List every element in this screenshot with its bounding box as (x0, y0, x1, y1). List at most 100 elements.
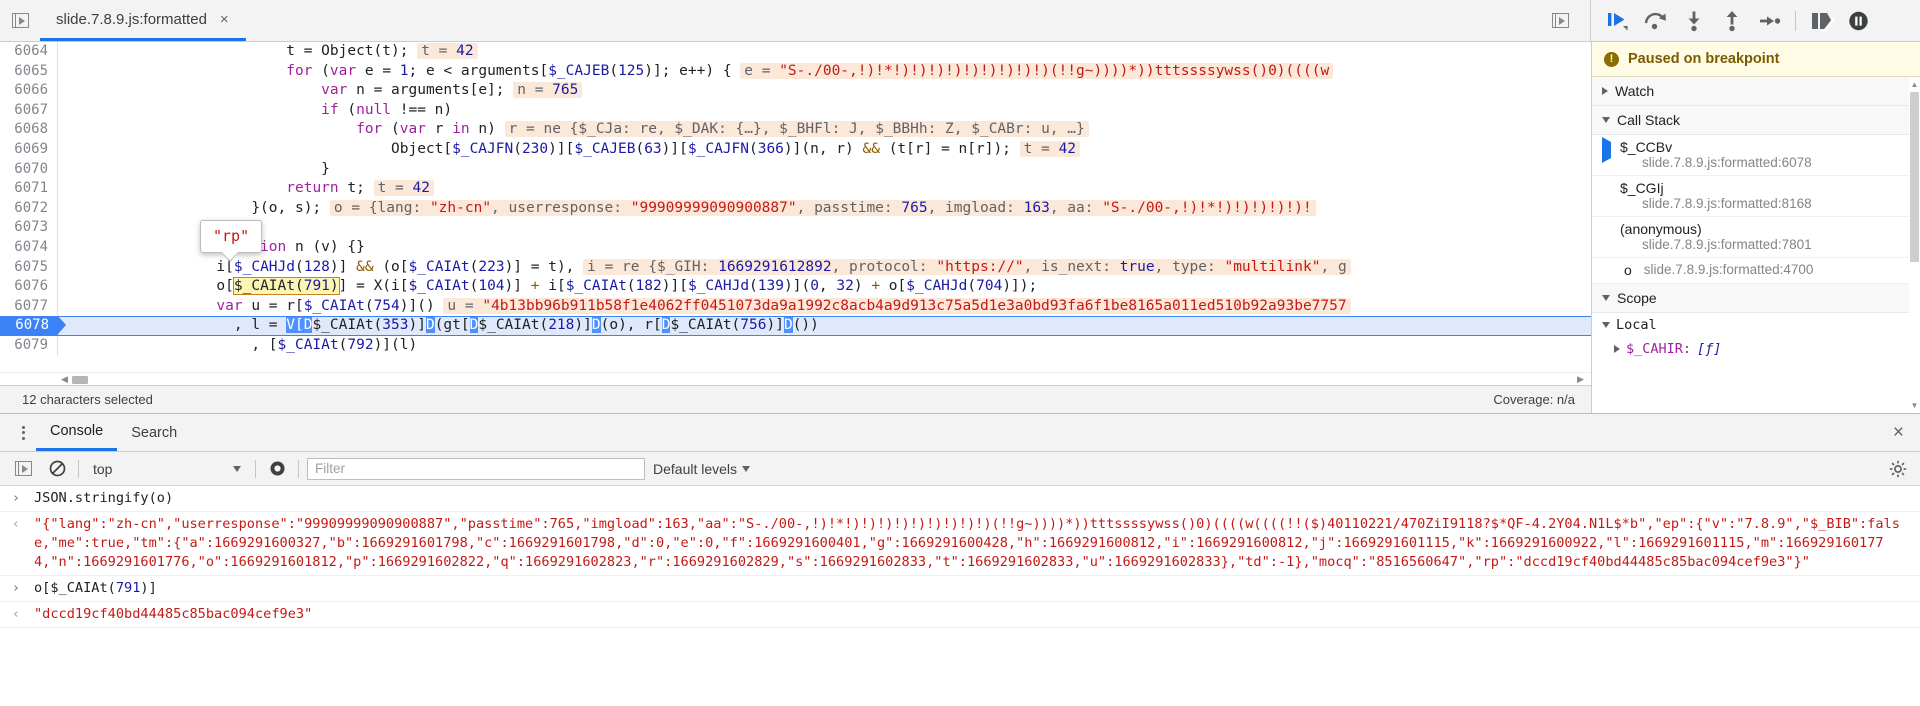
code-line-executing[interactable]: 6078 , l = V[D$_CAIAt(353)]D(gt[D$_CAIAt… (0, 316, 1591, 336)
code-line-text[interactable]: , [$_CAIAt(792)](l) (58, 336, 1591, 356)
line-number[interactable]: 6067 (0, 100, 58, 121)
execution-context-selector[interactable]: top (87, 461, 247, 477)
call-stack-item[interactable]: o slide.7.8.9.js:formatted:4700 (1592, 258, 1920, 284)
code-line-text[interactable]: return t; t = 42 (58, 179, 1591, 199)
sidebar-section-call-stack[interactable]: Call Stack (1592, 106, 1920, 135)
line-number[interactable]: 6065 (0, 61, 58, 82)
tab-console[interactable]: Console (36, 414, 118, 451)
line-number[interactable]: 6077 (0, 296, 58, 317)
console-input-row[interactable]: › JSON.stringify(o) (0, 486, 1920, 512)
deactivate-breakpoints-button[interactable] (1802, 2, 1840, 40)
scroll-right-icon[interactable]: ▶ (1576, 375, 1585, 384)
close-icon[interactable]: × (217, 10, 232, 29)
close-drawer-icon[interactable]: × (1893, 422, 1920, 444)
step-out-of-current-function-button[interactable] (1713, 2, 1751, 40)
code-line-text[interactable]: } (58, 160, 1591, 180)
console-output[interactable]: › JSON.stringify(o) ‹ "{"lang":"zh-cn","use… (0, 486, 1920, 706)
code-line[interactable]: 6077 var u = r[$_CAIAt(754)]() u = "4b13… (0, 296, 1591, 317)
tab-search[interactable]: Search (117, 414, 191, 451)
call-stack-item[interactable]: (anonymous) slide.7.8.9.js:formatted:7801 (1592, 217, 1920, 258)
code-line-text[interactable]: } (58, 218, 1591, 238)
tab-search-label: Search (131, 424, 178, 441)
editor-horizontal-scrollbar[interactable]: ◀ ▶ (0, 372, 1591, 385)
scroll-up-icon[interactable]: ▲ (1910, 80, 1919, 90)
line-number[interactable]: 6071 (0, 179, 58, 199)
code-line[interactable]: 6067 if (null !== n) (0, 100, 1591, 121)
code-line-text[interactable]: o[$_CAIAt(791)] = X(i[$_CAIAt(104)] + i[… (58, 277, 1591, 297)
call-stack-item[interactable]: $_CCBv slide.7.8.9.js:formatted:6078 (1592, 135, 1920, 176)
sidebar-scroll-thumb[interactable] (1910, 92, 1919, 262)
code-line[interactable]: 6076 o[$_CAIAt(791)] = X(i[$_CAIAt(104)]… (0, 277, 1591, 297)
sidebar-section-scope[interactable]: Scope (1592, 284, 1920, 313)
call-stack-location[interactable]: slide.7.8.9.js:formatted:7801 (1620, 237, 1812, 252)
editor-status-bar: 12 characters selected Coverage: n/a (0, 385, 1591, 413)
scroll-thumb[interactable] (72, 376, 88, 384)
step-into-next-function-call-button[interactable] (1675, 2, 1713, 40)
call-stack-location[interactable]: slide.7.8.9.js:formatted:6078 (1620, 155, 1812, 170)
code-line[interactable]: 6069 Object[$_CAJFN(230)][$_CAJEB(63)][$… (0, 139, 1591, 160)
line-number[interactable]: 6066 (0, 81, 58, 101)
code-line[interactable]: 6066 var n = arguments[e]; n = 765 (0, 81, 1591, 101)
call-stack-location[interactable]: slide.7.8.9.js:formatted:8168 (1620, 196, 1812, 211)
code-line[interactable]: 6064 t = Object(t); t = 42 (0, 42, 1591, 62)
code-line-text[interactable]: var u = r[$_CAIAt(754)]() u = "4b13bb96b… (58, 297, 1591, 317)
line-number[interactable]: 6075 (0, 257, 58, 278)
code-line-text[interactable]: }(o, s); o = {lang: "zh-cn", userrespons… (58, 199, 1591, 219)
console-settings-icon[interactable] (1884, 460, 1912, 478)
code-line-text[interactable]: Object[$_CAJFN(230)][$_CAJEB(63)][$_CAJF… (58, 140, 1591, 160)
sidebar-vertical-scrollbar[interactable]: ▲ ▼ (1909, 78, 1920, 413)
editor-tab-slide-js[interactable]: slide.7.8.9.js:formatted × (40, 0, 246, 41)
line-number[interactable]: 6068 (0, 120, 58, 140)
code-line-text[interactable]: t = Object(t); t = 42 (58, 42, 1591, 62)
console-log-levels-selector[interactable]: Default levels (653, 460, 751, 477)
scroll-down-icon[interactable]: ▼ (1910, 401, 1919, 411)
code-line-text[interactable]: if (null !== n) (58, 101, 1591, 121)
code-line[interactable]: 6071 return t; t = 42 (0, 179, 1591, 199)
line-number[interactable]: 6070 (0, 159, 58, 180)
step-button[interactable] (1751, 2, 1789, 40)
sidebar-section-watch[interactable]: Watch (1592, 77, 1920, 106)
drawer-more-options-icon[interactable] (10, 414, 36, 451)
line-number[interactable]: 6076 (0, 277, 58, 297)
line-number[interactable]: 6069 (0, 139, 58, 160)
call-stack-item-body: $_CGIj slide.7.8.9.js:formatted:8168 (1620, 180, 1812, 211)
live-expression-icon[interactable] (264, 456, 290, 482)
log-levels-value: Default levels (653, 460, 738, 477)
code-line-text[interactable]: for (var e = 1; e < arguments[$_CAJEB(12… (58, 62, 1591, 82)
line-number[interactable]: 6074 (0, 237, 58, 258)
line-number[interactable]: 6079 (0, 335, 58, 356)
code-line-text[interactable]: i[$_CAHJd(128)] && (o[$_CAIAt(223)] = t)… (58, 258, 1591, 278)
code-line[interactable]: 6065 for (var e = 1; e < arguments[$_CAJ… (0, 61, 1591, 82)
code-view[interactable]: 6064 t = Object(t); t = 42 6065 for (var … (0, 42, 1591, 372)
clear-console-icon[interactable] (44, 456, 70, 482)
code-line-text[interactable]: var n = arguments[e]; n = 765 (58, 81, 1591, 101)
line-number[interactable]: 6064 (0, 42, 58, 62)
line-number[interactable]: 6073 (0, 218, 58, 238)
console-filter-input[interactable]: Filter (307, 457, 645, 480)
line-number[interactable]: 6072 (0, 198, 58, 219)
scope-entry[interactable]: $_CAHIR: [ƒ] (1592, 337, 1920, 361)
code-line[interactable]: 6075 i[$_CAHJd(128)] && (o[$_CAIAt(223)]… (0, 257, 1591, 278)
console-output-row[interactable]: ‹ "dccd19cf40bd44485c85bac094cef9e3" (0, 602, 1920, 628)
code-line[interactable]: 6072 }(o, s); o = {lang: "zh-cn", userre… (0, 198, 1591, 219)
show-debugger-icon[interactable] (1540, 13, 1580, 28)
toggle-console-sidebar-icon[interactable] (10, 456, 36, 482)
call-stack-location[interactable]: slide.7.8.9.js:formatted:4700 (1644, 262, 1814, 278)
code-line-text[interactable]: function n (v) {} (58, 238, 1591, 258)
code-line[interactable]: 6070 } (0, 159, 1591, 180)
code-line[interactable]: 6079 , [$_CAIAt(792)](l) (0, 335, 1591, 356)
console-input-row[interactable]: › o[$_CAIAt(791)] (0, 576, 1920, 602)
selection-status: 12 characters selected (22, 392, 153, 407)
line-number[interactable]: 6078 (0, 316, 66, 336)
code-line[interactable]: 6068 for (var r in n) r = ne {$_CJa: re,… (0, 120, 1591, 140)
scroll-left-icon[interactable]: ◀ (60, 375, 69, 384)
console-output-row[interactable]: ‹ "{"lang":"zh-cn","userresponse":"999099… (0, 512, 1920, 576)
pause-on-exceptions-button[interactable] (1840, 2, 1878, 40)
resume-script-execution-button[interactable] (1599, 2, 1637, 40)
call-stack-item[interactable]: $_CGIj slide.7.8.9.js:formatted:8168 (1592, 176, 1920, 217)
scope-group-local[interactable]: Local (1592, 313, 1920, 337)
code-line-text[interactable]: , l = V[D$_CAIAt(353)]D(gt[D$_CAIAt(218)… (58, 316, 1591, 336)
show-navigator-icon[interactable] (0, 0, 40, 41)
step-over-next-function-call-button[interactable] (1637, 2, 1675, 40)
code-line-text[interactable]: for (var r in n) r = ne {$_CJa: re, $_DA… (58, 120, 1591, 140)
